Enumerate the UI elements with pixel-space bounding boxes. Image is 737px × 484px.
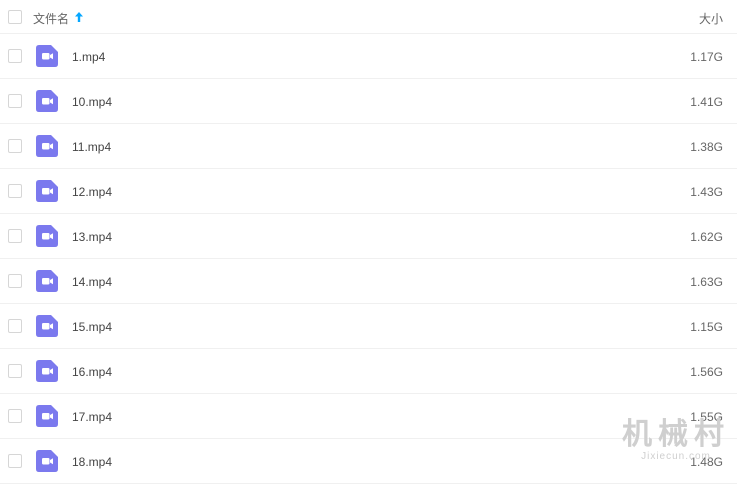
file-name[interactable]: 15.mp4 xyxy=(72,320,112,334)
arrow-up-icon[interactable] xyxy=(73,10,85,24)
file-name[interactable]: 11.mp4 xyxy=(72,140,111,154)
file-name[interactable]: 10.mp4 xyxy=(72,95,112,109)
file-name[interactable]: 14.mp4 xyxy=(72,275,112,289)
column-header-name[interactable]: 文件名 xyxy=(33,10,69,27)
row-checkbox[interactable] xyxy=(8,319,22,333)
row-checkbox[interactable] xyxy=(8,49,22,63)
file-size: 1.55G xyxy=(690,410,723,424)
file-row[interactable]: 13.mp4 1.62G xyxy=(0,214,737,259)
file-name[interactable]: 17.mp4 xyxy=(72,410,112,424)
file-name[interactable]: 12.mp4 xyxy=(72,185,112,199)
column-header-size[interactable]: 大小 xyxy=(699,10,723,27)
file-size: 1.63G xyxy=(690,275,723,289)
row-checkbox[interactable] xyxy=(8,454,22,468)
file-row[interactable]: 1.mp4 1.17G xyxy=(0,34,737,79)
video-file-icon xyxy=(36,405,58,427)
row-checkbox[interactable] xyxy=(8,94,22,108)
select-all-checkbox[interactable] xyxy=(8,10,22,24)
file-size: 1.43G xyxy=(690,185,723,199)
row-checkbox[interactable] xyxy=(8,409,22,423)
file-size: 1.56G xyxy=(690,365,723,379)
video-file-icon xyxy=(36,180,58,202)
video-file-icon xyxy=(36,225,58,247)
video-file-icon xyxy=(36,135,58,157)
row-checkbox[interactable] xyxy=(8,274,22,288)
file-name[interactable]: 18.mp4 xyxy=(72,455,112,469)
file-name[interactable]: 1.mp4 xyxy=(72,50,105,64)
row-checkbox[interactable] xyxy=(8,229,22,243)
file-row[interactable]: 16.mp4 1.56G xyxy=(0,349,737,394)
video-file-icon xyxy=(36,270,58,292)
file-name[interactable]: 13.mp4 xyxy=(72,230,112,244)
file-size: 1.15G xyxy=(690,320,723,334)
video-file-icon xyxy=(36,450,58,472)
file-name[interactable]: 16.mp4 xyxy=(72,365,112,379)
file-row[interactable]: 17.mp4 1.55G xyxy=(0,394,737,439)
file-row[interactable]: 18.mp4 1.48G xyxy=(0,439,737,484)
video-file-icon xyxy=(36,45,58,67)
file-list-header: 文件名 大小 xyxy=(0,0,737,34)
file-size: 1.41G xyxy=(690,95,723,109)
file-row[interactable]: 14.mp4 1.63G xyxy=(0,259,737,304)
row-checkbox[interactable] xyxy=(8,364,22,378)
file-size: 1.62G xyxy=(690,230,723,244)
file-row[interactable]: 12.mp4 1.43G xyxy=(0,169,737,214)
file-row[interactable]: 15.mp4 1.15G xyxy=(0,304,737,349)
file-row[interactable]: 10.mp4 1.41G xyxy=(0,79,737,124)
video-file-icon xyxy=(36,90,58,112)
file-row[interactable]: 11.mp4 1.38G xyxy=(0,124,737,169)
file-size: 1.17G xyxy=(690,50,723,64)
row-checkbox[interactable] xyxy=(8,184,22,198)
row-checkbox[interactable] xyxy=(8,139,22,153)
file-size: 1.38G xyxy=(690,140,723,154)
file-size: 1.48G xyxy=(690,455,723,469)
video-file-icon xyxy=(36,315,58,337)
video-file-icon xyxy=(36,360,58,382)
